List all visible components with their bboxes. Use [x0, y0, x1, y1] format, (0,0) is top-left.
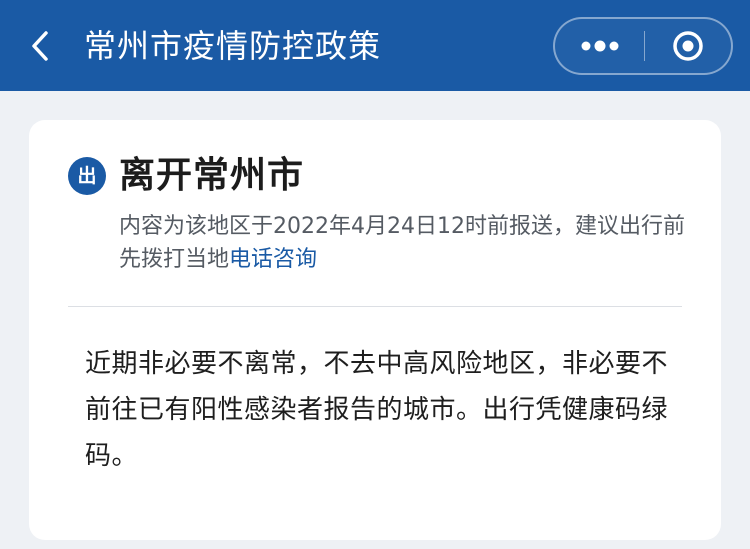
page-title: 常州市疫情防控政策: [84, 27, 382, 65]
mini-program-capsule: [553, 17, 733, 75]
policy-card: 出 离开常州市 内容为该地区于2022年4月24日12时前报送，建议出行前先拨打…: [29, 120, 721, 540]
phone-consult-link[interactable]: 电话咨询: [229, 247, 317, 272]
chevron-left-icon: [32, 31, 48, 61]
close-button[interactable]: [645, 19, 731, 73]
top-nav-bar: 常州市疫情防控政策: [0, 0, 750, 91]
notice-text: 内容为该地区于2022年4月24日12时前报送，建议出行前先拨打当地: [119, 214, 685, 272]
section-title: 离开常州市: [119, 155, 305, 196]
target-circle-icon: [673, 31, 703, 61]
more-button[interactable]: [555, 19, 644, 73]
divider: [68, 306, 682, 307]
back-button[interactable]: [18, 22, 62, 70]
leave-badge: 出: [68, 157, 106, 195]
policy-text: 近期非必要不离常，不去中高风险地区，非必要不前往已有阳性感染者报告的城市。出行凭…: [85, 349, 669, 471]
report-notice: 内容为该地区于2022年4月24日12时前报送，建议出行前先拨打当地电话咨询: [119, 210, 689, 276]
more-dots-icon: [581, 40, 618, 52]
